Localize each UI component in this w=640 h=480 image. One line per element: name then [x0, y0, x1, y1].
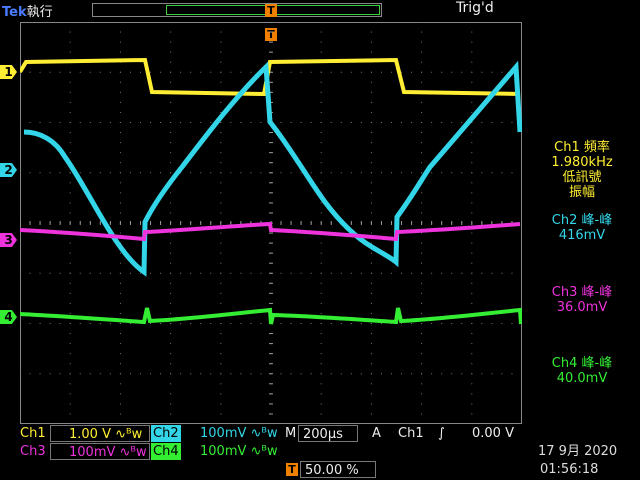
date: 17 9月 2020 — [538, 444, 618, 459]
trigger-coupling: A — [372, 426, 381, 441]
bandwidth-limit-icon: ∿ᴮw — [250, 444, 278, 459]
ch3-ground-marker[interactable]: 3 — [0, 233, 17, 247]
status-row-3: T 50.00 % 01:56:18 — [0, 461, 640, 479]
time: 01:56:18 — [540, 462, 599, 477]
waveform-display[interactable] — [20, 22, 522, 424]
ch1-label[interactable]: Ch1 — [18, 425, 48, 442]
run-state: 執行 — [26, 5, 53, 20]
bandwidth-limit-icon: ∿ᴮw — [119, 445, 147, 460]
measurement-value: 416mV — [558, 228, 606, 243]
measurement-value: 36.0mV — [556, 300, 608, 315]
measurement-value: 40.0mV — [556, 371, 608, 386]
tek-logo: Tek — [2, 5, 27, 20]
ch3-waveform — [20, 221, 521, 242]
trigger-status: Trig'd — [456, 0, 494, 16]
top-status-bar: Tek執行 T Trig'd — [0, 0, 640, 20]
ch3-scale[interactable]: 100mV ∿ᴮw — [50, 443, 150, 460]
measurement-ch1-frequency[interactable]: Ch1 頻率 1.980kHz 低訊號 振幅 — [524, 140, 640, 200]
ch2-waveform — [23, 60, 522, 277]
trigger-level[interactable]: 0.00 V — [470, 425, 516, 442]
measurement-label: Ch1 頻率 — [554, 140, 610, 155]
trigger-source[interactable]: Ch1 — [396, 425, 426, 442]
ch4-label[interactable]: Ch4 — [151, 443, 181, 460]
measurement-note: 低訊號 — [562, 170, 602, 185]
ch3-label[interactable]: Ch3 — [18, 443, 48, 460]
brand-run-state: Tek執行 — [2, 1, 53, 20]
ch4-waveform — [20, 307, 522, 325]
trigger-position-icon: T — [286, 463, 298, 476]
bandwidth-limit-icon: ∿ᴮw — [250, 426, 278, 441]
measurement-ch2-peak-to-peak[interactable]: Ch2 峰-峰 416mV — [524, 213, 640, 243]
ch2-ground-marker[interactable]: 2 — [0, 163, 17, 177]
measurement-value: 1.980kHz — [551, 155, 613, 170]
bandwidth-limit-icon: ∿ᴮw — [115, 427, 143, 442]
ch2-label[interactable]: Ch2 — [151, 425, 181, 442]
measurement-ch3-peak-to-peak[interactable]: Ch3 峰-峰 36.0mV — [524, 285, 640, 315]
trigger-slope-icon[interactable]: ∫ — [436, 425, 447, 442]
measurement-ch4-peak-to-peak[interactable]: Ch4 峰-峰 40.0mV — [524, 356, 640, 386]
ch1-ground-marker[interactable]: 1 — [0, 65, 17, 79]
measurement-note: 振幅 — [568, 185, 595, 200]
status-row-1: Ch1 1.00 V ∿ᴮw Ch2 100mV ∿ᴮw M 200µs A C… — [0, 425, 640, 443]
ch4-scale[interactable]: 100mV ∿ᴮw — [200, 443, 284, 460]
timebase-prefix: M — [285, 426, 297, 441]
measurement-label: Ch4 峰-峰 — [551, 356, 613, 371]
ch3-scale-value: 100mV — [69, 445, 116, 460]
ch4-scale-value: 100mV — [200, 444, 247, 459]
ch1-scale-value: 1.00 V — [69, 427, 111, 442]
ch2-scale-value: 100mV — [200, 426, 247, 441]
ch2-scale[interactable]: 100mV ∿ᴮw — [200, 425, 284, 442]
measurement-label: Ch3 峰-峰 — [551, 285, 613, 300]
trigger-position[interactable]: 50.00 % — [300, 461, 376, 478]
ch4-ground-marker[interactable]: 4 — [0, 310, 17, 324]
ch1-scale[interactable]: 1.00 V ∿ᴮw — [50, 425, 150, 442]
status-row-2: Ch3 100mV ∿ᴮw Ch4 100mV ∿ᴮw 17 9月 2020 — [0, 443, 640, 461]
trigger-position-marker[interactable]: T — [265, 4, 277, 17]
measurement-label: Ch2 峰-峰 — [551, 213, 613, 228]
timebase-scale[interactable]: 200µs — [298, 425, 358, 442]
